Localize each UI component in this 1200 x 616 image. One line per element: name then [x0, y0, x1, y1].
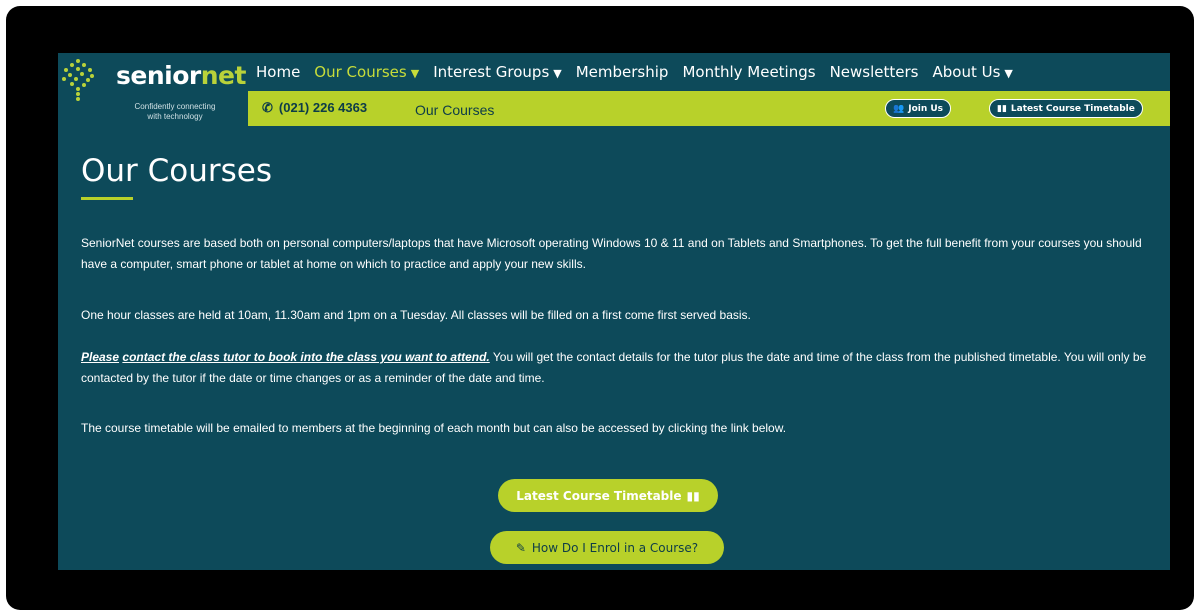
timetable-paragraph: The course timetable will be emailed to …	[81, 421, 787, 435]
logo-dot	[76, 97, 80, 101]
logo-dot	[68, 73, 72, 77]
phone-link[interactable]: ✆ (021) 226 4363	[262, 100, 367, 116]
logo-dot	[90, 74, 94, 78]
caret-down-icon: ▼	[553, 67, 562, 80]
latest-course-timetable-button[interactable]: Latest Course Timetable ▮▮	[498, 479, 718, 512]
logo-dot	[80, 72, 84, 76]
nav-item-our-courses[interactable]: Our Courses ▼	[314, 63, 419, 81]
logo-dot	[76, 59, 80, 63]
please-link[interactable]: Please	[81, 350, 119, 364]
logo-dot	[62, 77, 66, 81]
join-us-button[interactable]: 👥 Join Us	[885, 99, 952, 118]
tree-logo-icon	[60, 59, 96, 105]
logo-dot	[76, 92, 80, 96]
title-underline	[81, 197, 133, 200]
phone-icon: ✆	[262, 100, 273, 115]
how-do-i-enrol-button[interactable]: ✎ How Do I Enrol in a Course?	[490, 531, 724, 564]
logo-dot	[76, 67, 80, 71]
nav-item-monthly-meetings[interactable]: Monthly Meetings	[682, 63, 815, 81]
book-icon: ▮▮	[997, 103, 1007, 114]
contact-tutor-link[interactable]: contact the class tutor to book into the…	[122, 350, 489, 364]
logo-dot	[82, 63, 86, 67]
book-icon: ▮▮	[686, 488, 700, 503]
nav-item-membership[interactable]: Membership	[576, 63, 669, 81]
logo-dot	[82, 83, 86, 87]
nav-item-interest-groups[interactable]: Interest Groups ▼	[433, 63, 562, 81]
main-nav: Home Our Courses ▼ Interest Groups ▼ Membe…	[256, 53, 1170, 91]
users-icon: 👥	[893, 103, 905, 114]
sub-header-bar: ✆ (021) 226 4363 Our Courses 👥 Join Us ▮▮ L…	[248, 91, 1170, 126]
logo-tagline: Confidently connecting with technology	[134, 102, 216, 121]
logo-dot	[64, 68, 68, 72]
logo-dot	[74, 77, 78, 81]
caret-down-icon: ▼	[410, 67, 420, 80]
class-times-paragraph: One hour classes are held at 10am, 11.30…	[81, 308, 751, 322]
latest-timetable-header-button[interactable]: ▮▮ Latest Course Timetable	[989, 99, 1143, 118]
caret-down-icon: ▼	[1004, 67, 1013, 80]
nav-item-about-us[interactable]: About Us ▼	[932, 63, 1012, 81]
logo-dot	[86, 78, 90, 82]
breadcrumb: Our Courses	[415, 102, 495, 118]
logo-wordmark: seniornet	[116, 61, 246, 90]
pencil-icon: ✎	[515, 540, 526, 555]
nav-item-newsletters[interactable]: Newsletters	[830, 63, 919, 81]
web-page: seniornet Confidently connecting with te…	[58, 53, 1170, 570]
logo-dot	[76, 87, 80, 91]
logo-dot	[88, 68, 92, 72]
intro-paragraph: SeniorNet courses are based both on pers…	[81, 236, 1142, 271]
page-title: Our Courses	[81, 153, 273, 189]
nav-item-home[interactable]: Home	[256, 63, 300, 81]
logo-dot	[70, 82, 74, 86]
site-logo[interactable]: seniornet Confidently connecting with te…	[58, 53, 248, 131]
booking-paragraph: Please contact the class tutor to book i…	[81, 350, 1147, 385]
logo-dot	[70, 63, 74, 67]
